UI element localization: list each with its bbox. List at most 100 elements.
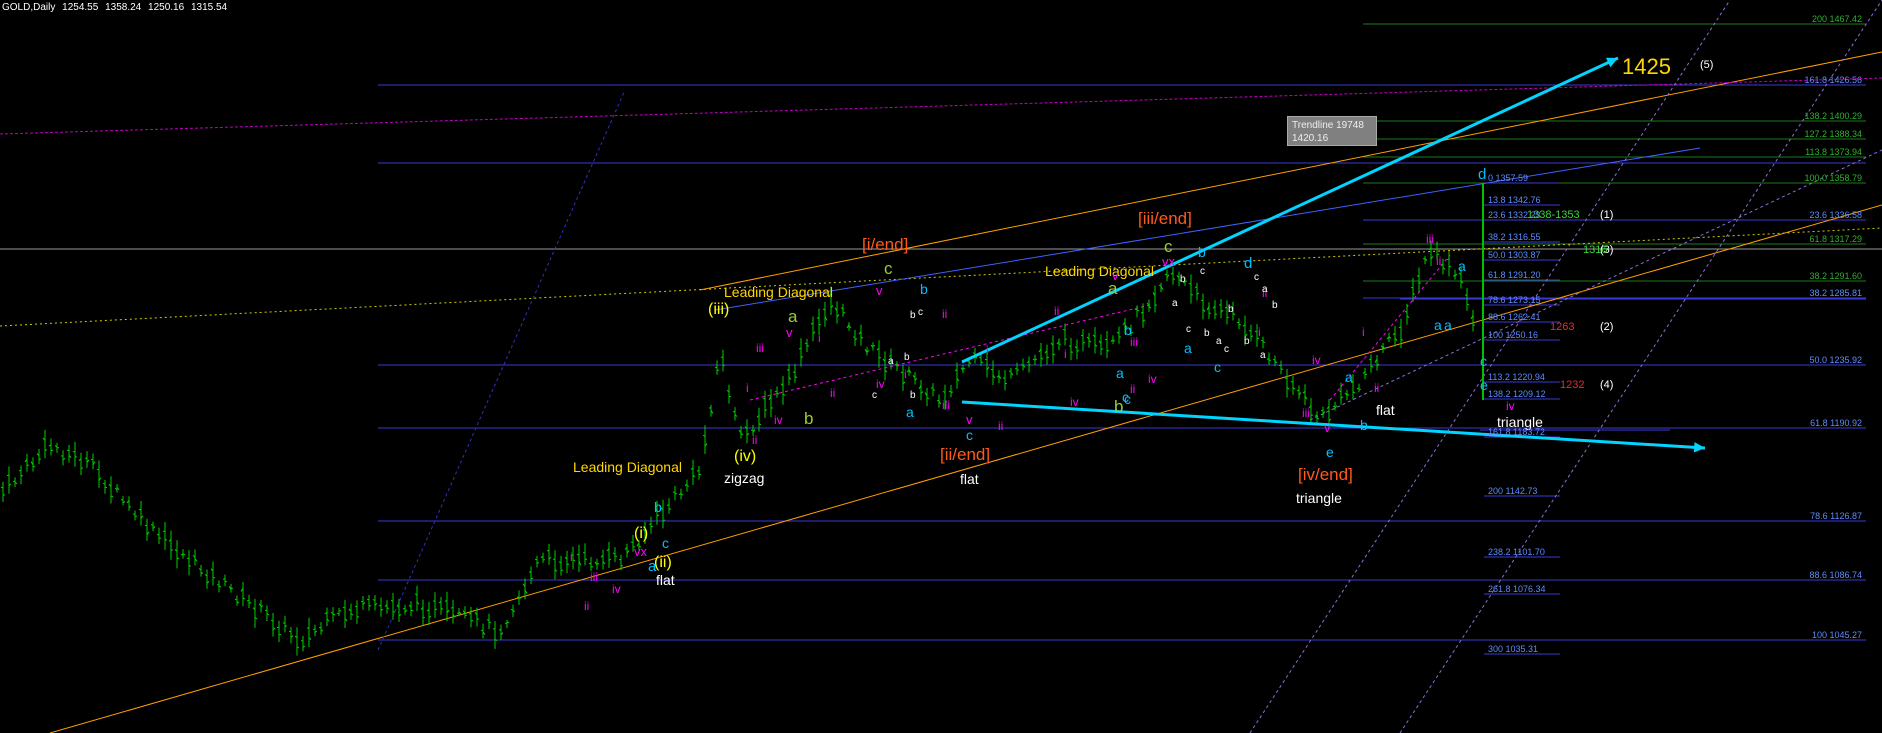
wave-b-cyan-4: b xyxy=(1198,244,1206,260)
wave-c-cyan-1: c xyxy=(662,535,669,551)
flat-label-3: flat xyxy=(1376,402,1395,418)
candle-open xyxy=(852,336,856,339)
wave-c-1: c xyxy=(884,259,893,278)
zigzag-label: zigzag xyxy=(724,470,764,486)
wave-e-cyan-1: e xyxy=(1326,444,1334,460)
target-1425-label: 1425 xyxy=(1622,54,1671,79)
iii-end-label: [iii/end] xyxy=(1138,209,1192,228)
fib-label-right: 23.6 1332.23 xyxy=(1488,210,1541,220)
candle-close xyxy=(1106,350,1110,352)
wave-vx-2: vx xyxy=(1162,254,1176,269)
wave-i-6: i xyxy=(1064,347,1067,361)
wave-ii-9: ii xyxy=(1054,304,1059,318)
purple-channel-3 xyxy=(1309,149,1882,421)
wave-ii-label: (ii) xyxy=(654,554,672,571)
fib-label-left: 88.6 1086.74 xyxy=(1809,570,1862,580)
wave-b-1: b xyxy=(804,409,813,428)
close-value: 1315.54 xyxy=(190,2,228,13)
wave-i-7: i xyxy=(1258,325,1261,339)
sub-wave-12: c xyxy=(1224,344,1229,355)
bearish-arrow-head xyxy=(1693,442,1705,453)
wave-ii-8: ii xyxy=(1374,381,1379,395)
wave-a-cyan-5: a xyxy=(1434,317,1442,333)
candle-close xyxy=(1310,414,1314,417)
wave-iii-1: iii xyxy=(756,341,764,355)
high-value: 1358.24 xyxy=(105,2,142,13)
fib-label-right: 100 1250.16 xyxy=(1488,330,1538,340)
wave-b-cyan-3: b xyxy=(1124,322,1132,338)
sub-wave-16: c xyxy=(1254,272,1259,283)
purple-channel-2 xyxy=(1399,0,1882,733)
wave-2-label: (2) xyxy=(1600,321,1613,333)
wave-iii-5: iii xyxy=(1426,232,1434,246)
wave-c-cyan-6: c xyxy=(1124,391,1131,407)
wave-5-label: (5) xyxy=(1700,59,1713,71)
candle-close xyxy=(1064,338,1068,341)
candle-close xyxy=(728,395,732,398)
fib-label-right: 138.2 1209.12 xyxy=(1488,389,1546,399)
candle-close xyxy=(566,563,570,566)
wave-labels: 1425 (5)(1)(3)(2)(4)1338-1353131612631232… xyxy=(570,54,1713,613)
wave-a-cyan-2: a xyxy=(906,404,914,420)
open-value: 1254.55 xyxy=(62,2,99,13)
wave-a-cyan-8: a xyxy=(1116,365,1124,381)
target-1263: 1263 xyxy=(1550,321,1574,333)
candle-close xyxy=(572,559,576,562)
sub-wave-0: b xyxy=(910,310,916,321)
sub-wave-3: c xyxy=(872,390,877,401)
wave-iv-6: iv xyxy=(1312,353,1321,367)
wave-ii-3: ii xyxy=(830,386,835,400)
wave-4-label: (4) xyxy=(1600,379,1613,391)
sub-wave-11: a xyxy=(1216,336,1222,347)
trendline-name: Trendline 19748 xyxy=(1292,120,1364,131)
candle-close xyxy=(506,621,510,624)
candle-open xyxy=(18,469,22,472)
candle-close xyxy=(1226,316,1230,319)
ii-end-label: [ii/end] xyxy=(940,445,990,464)
candle-open xyxy=(774,390,778,393)
candle-close xyxy=(386,607,390,609)
candle-close xyxy=(764,409,768,411)
fib-label-left: 127.2 1388.34 xyxy=(1804,129,1862,139)
sub-wave-5: c xyxy=(918,307,923,318)
candle-open xyxy=(1008,370,1012,372)
candle-open xyxy=(6,474,10,477)
trendline-tooltip: Trendline 19748 1420.16 xyxy=(1287,116,1377,146)
candle-open xyxy=(162,530,166,533)
candle-close xyxy=(686,485,690,487)
wave-a-cyan-4: a xyxy=(1345,369,1353,385)
wave-v-4: v xyxy=(966,412,973,427)
symbol-label: GOLD,Daily xyxy=(2,2,56,13)
candle-open xyxy=(762,398,766,400)
chart-window[interactable]: 1425 (5) (1) (3) (2) (4) 1338-1353 1316 1263 1232… xyxy=(0,0,1882,733)
wave-vx-1: vx xyxy=(634,544,648,559)
target-1232: 1232 xyxy=(1560,379,1584,391)
candle-close xyxy=(1112,340,1116,342)
wave-iii-4: iii xyxy=(1302,406,1310,420)
orange-channel-upper xyxy=(699,51,1882,291)
wave-v-1: v xyxy=(786,325,793,340)
price-chart[interactable]: 1425 (5)(1)(3)(2)(4)1338-1353131612631232… xyxy=(0,0,1882,733)
candle-open xyxy=(90,458,94,461)
wave-d-cyan-1: d xyxy=(1244,255,1252,272)
candle-open xyxy=(618,558,622,561)
fib-label-right: 50.0 1303.87 xyxy=(1488,250,1541,260)
sub-wave-14: b xyxy=(1244,336,1250,347)
wave-iii-6: iii xyxy=(942,398,950,412)
fib-label-left: 200 1467.42 xyxy=(1812,14,1862,24)
fib-label-left: 38.2 1285.81 xyxy=(1809,288,1862,298)
sub-wave-18: b xyxy=(1272,300,1278,311)
wave-v-3: v xyxy=(876,283,883,298)
fib-label-right: 13.8 1342.76 xyxy=(1488,195,1541,205)
wave-iv-2: iv xyxy=(612,582,621,596)
wave-i-label: (i) xyxy=(634,525,648,542)
wave-c-cyan-4: c xyxy=(1214,359,1221,375)
magenta-resistance xyxy=(0,77,1882,135)
candle-close xyxy=(668,508,672,510)
flat-label-2: flat xyxy=(656,572,675,588)
fib-label-left: 23.6 1336.58 xyxy=(1809,210,1862,220)
i-end-label: [i/end] xyxy=(862,235,908,254)
sub-wave-10: b xyxy=(1204,328,1210,339)
wave-iii-label: (iii) xyxy=(708,301,729,318)
fib-label-left: 138.2 1400.29 xyxy=(1804,111,1862,121)
